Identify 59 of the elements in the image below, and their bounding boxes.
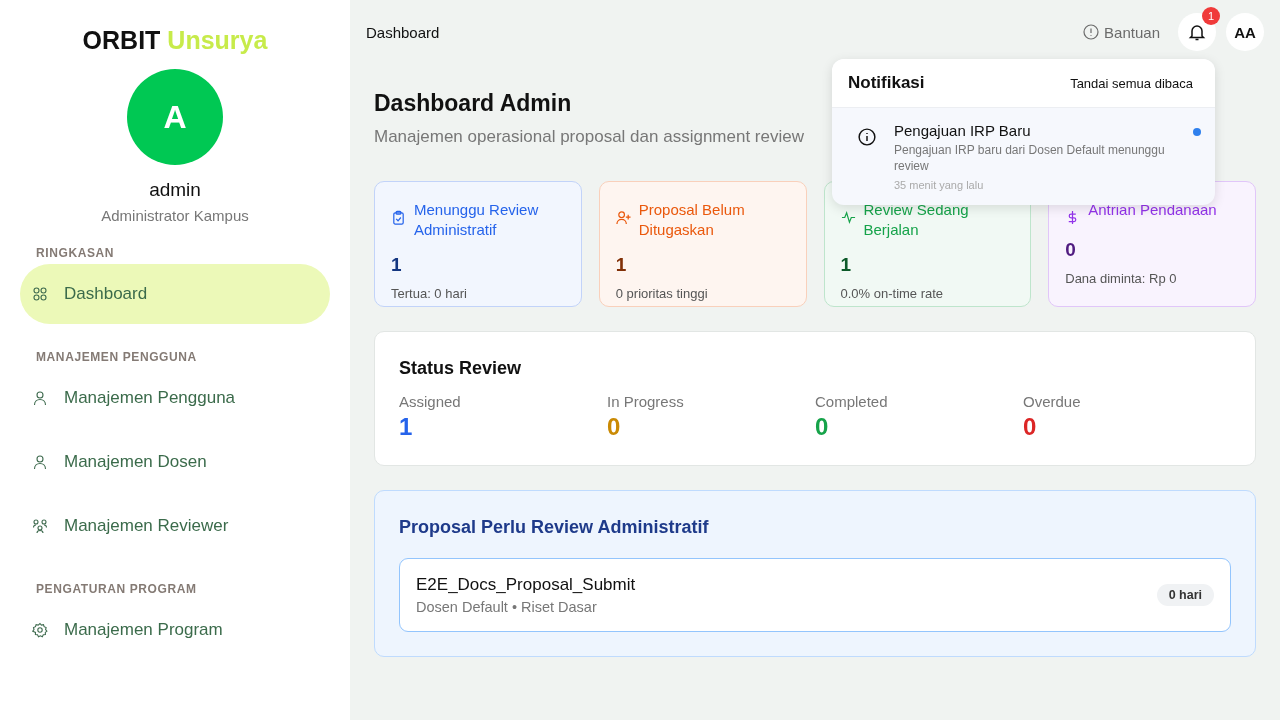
status-label: Overdue	[1023, 393, 1082, 410]
status-count: 0	[607, 413, 622, 441]
pulse-icon	[840, 210, 856, 225]
user-name: admin	[149, 179, 201, 201]
nav-section-title: MANAJEMEN PENGGUNA	[36, 350, 198, 364]
proposal-title: E2E_Docs_Proposal_Submit	[416, 575, 636, 595]
panel-title: Notifikasi	[848, 73, 925, 93]
status-label: Assigned	[399, 393, 462, 410]
alert-icon	[1083, 24, 1100, 40]
proposal-meta: Dosen Default • Riset Dasar	[416, 599, 598, 615]
status-count: 1	[399, 413, 414, 441]
user-icon	[32, 390, 48, 406]
stat-value: 1	[615, 254, 628, 276]
panel-title: Proposal Perlu Review Administratif	[399, 517, 710, 538]
status-count: 0	[815, 413, 830, 441]
group-icon	[32, 518, 48, 534]
stat-value: 1	[840, 254, 853, 276]
stat-note: 0 prioritas tinggi	[615, 286, 709, 301]
notification-button[interactable]	[1178, 13, 1216, 51]
help-button[interactable]: Bantuan	[1077, 22, 1166, 42]
nav-section-title: RINGKASAN	[36, 246, 116, 260]
age-badge: 0 hari	[1156, 584, 1214, 606]
notification-message: Pengajuan IRP baru dari Dosen Default menunggu review	[894, 143, 1166, 175]
status-count: 0	[1023, 413, 1038, 441]
gear-icon	[32, 622, 48, 638]
nav-item[interactable]: Manajemen Dosen	[20, 432, 330, 492]
nav-item[interactable]: Manajemen Program	[20, 600, 330, 660]
notification-time: 35 menit yang lalu	[894, 179, 985, 192]
nav-item[interactable]: Manajemen Pengguna	[20, 368, 330, 428]
mark-all-read-button[interactable]: Tandai semua dibaca	[1064, 74, 1199, 92]
stat-value: 0	[1065, 239, 1077, 261]
stat-title: Proposal Belum Ditugaskan	[638, 200, 746, 240]
page-subtitle: Manajemen operasional proposal dan assignment review	[374, 127, 804, 147]
nav-item[interactable]: Manajemen Reviewer	[20, 496, 330, 556]
page-title: Dashboard Admin	[374, 90, 573, 117]
proposal-row[interactable]: E2E_Docs_Proposal_Submit Dosen Default • Riset Dasar 0 hari	[399, 558, 1231, 632]
stat-note: Tertua: 0 hari	[391, 286, 468, 301]
stat-note: 0.0% on-time rate	[840, 286, 945, 301]
user-role: Administrator Kampus	[101, 207, 249, 224]
stat-value: 1	[391, 254, 403, 276]
stat-title: Menunggu Review Administratif	[414, 200, 540, 240]
user-plus-icon	[615, 210, 631, 225]
notification-title: Pengajuan IRP Baru	[894, 122, 1032, 139]
card-title: Status Review	[399, 358, 523, 379]
user-icon	[32, 454, 48, 470]
nav-item[interactable]: Dashboard	[20, 264, 330, 324]
clipboard-icon	[391, 210, 406, 225]
stat-note: Dana diminta: Rp 0	[1065, 271, 1178, 286]
notification-count-badge: 1	[1202, 7, 1220, 25]
user-menu-button[interactable]: AA	[1226, 13, 1264, 51]
info-icon	[858, 128, 876, 146]
nav-section-title: PENGATURAN PROGRAM	[36, 582, 198, 596]
user-avatar: A	[127, 69, 223, 165]
grid-icon	[32, 286, 48, 302]
status-label: Completed	[815, 393, 889, 410]
brand-logo: ORBIT Unsurya	[82, 26, 268, 55]
status-label: In Progress	[607, 393, 685, 410]
breadcrumb: Dashboard	[366, 23, 440, 41]
bell-icon	[1187, 22, 1207, 42]
